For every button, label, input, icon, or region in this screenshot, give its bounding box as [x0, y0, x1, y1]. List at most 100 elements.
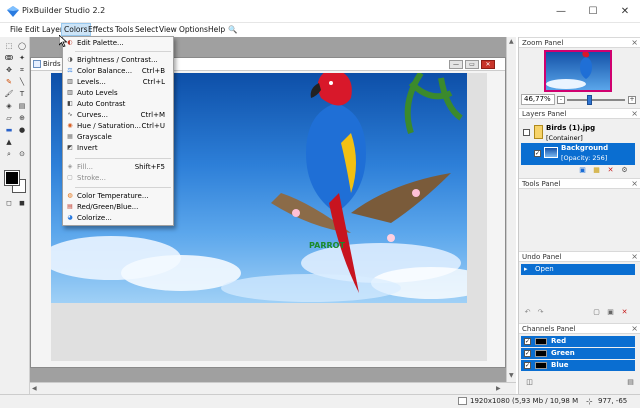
- menu-item-colorize[interactable]: ◕ Colorize...: [63, 213, 173, 223]
- channels-panel-title: Channels Panel: [522, 325, 576, 333]
- brightness-icon: ◑: [67, 56, 73, 63]
- new-group-icon[interactable]: ▦: [591, 165, 602, 175]
- undo-icon[interactable]: ↶: [522, 307, 533, 317]
- eyedropper-icon[interactable]: ⌕: [3, 149, 15, 159]
- move-icon[interactable]: ✥: [3, 65, 15, 75]
- zoom-preview[interactable]: [544, 50, 612, 92]
- menu-item-levels[interactable]: ▥ Levels... Ctrl+L: [63, 77, 173, 87]
- menu-item-color-balance[interactable]: ⚖ Color Balance... Ctrl+B: [63, 66, 173, 76]
- doc-maximize-button[interactable]: ▭: [465, 60, 479, 69]
- menu-item-grayscale[interactable]: ▦ Grayscale: [63, 132, 173, 142]
- zoom-out-button[interactable]: -: [557, 96, 565, 104]
- channel-visibility-checkbox[interactable]: ✓: [524, 350, 531, 357]
- menu-view[interactable]: View: [157, 23, 179, 36]
- menu-item-auto-levels[interactable]: ▥ Auto Levels: [63, 88, 173, 98]
- menu-effects[interactable]: Effects: [86, 23, 116, 36]
- menu-item-edit-palette[interactable]: ◐ Edit Palette...: [63, 38, 173, 48]
- menu-item-invert[interactable]: ◩ Invert: [63, 143, 173, 153]
- zoom-percent-input[interactable]: 46,77%: [521, 94, 555, 105]
- copy-state-icon[interactable]: ▣: [605, 307, 616, 317]
- fill-bucket-icon[interactable]: ◈: [3, 101, 15, 111]
- close-icon[interactable]: ×: [631, 179, 638, 188]
- cursor-coordinates: 977, -65: [598, 397, 628, 405]
- menu-item-stroke: ▢ Stroke...: [67, 174, 106, 182]
- channel-row-blue[interactable]: ✓ Blue: [521, 360, 635, 371]
- curves-icon: ∿: [67, 111, 73, 118]
- pencil-icon[interactable]: ✎: [3, 77, 15, 87]
- close-button[interactable]: ✕: [610, 0, 640, 23]
- new-layer-icon[interactable]: ▣: [577, 165, 588, 175]
- minimize-button[interactable]: —: [546, 0, 576, 23]
- channel-visibility-checkbox[interactable]: ✓: [524, 338, 531, 345]
- layer-properties-icon[interactable]: ⚙: [619, 165, 630, 175]
- doc-minimize-button[interactable]: —: [449, 60, 463, 69]
- zoom-slider-knob[interactable]: [587, 95, 592, 105]
- channel-row-green[interactable]: ✓ Green: [521, 348, 635, 359]
- menu-item-auto-contrast[interactable]: ◧ Auto Contrast: [63, 99, 173, 109]
- scroll-left-icon[interactable]: ◀: [32, 385, 37, 392]
- close-icon[interactable]: ×: [631, 324, 638, 333]
- image-dimensions: 1920x1080: [470, 397, 510, 405]
- channel-options-icon[interactable]: ▤: [625, 377, 636, 387]
- menu-item-color-temperature[interactable]: ◍ Color Temperature...: [63, 191, 173, 201]
- channel-row-red[interactable]: ✓ Red: [521, 336, 635, 347]
- quick-mask-icon[interactable]: ◻: [3, 198, 15, 208]
- magic-wand-icon[interactable]: ✦: [16, 53, 28, 63]
- undo-panel-title: Undo Panel: [522, 253, 562, 261]
- menu-item-curves[interactable]: ∿ Curves... Ctrl+M: [63, 110, 173, 120]
- menu-help[interactable]: Help: [206, 23, 227, 36]
- menu-item-brightness-contrast[interactable]: ◑ Brightness / Contrast...: [63, 55, 173, 65]
- toolbox: ⬚ ◯ ↂ ✦ ✥ ⌗ ✎ ╲ 🖌 T ◈ ▤ ▱ ⊕ ▬ ● ▲ ⌕ ⊙ ◻ …: [0, 37, 30, 407]
- vertical-scrollbar[interactable]: ▲ ▼: [506, 37, 516, 382]
- invert-icon: ◩: [67, 144, 73, 151]
- text-icon[interactable]: T: [16, 89, 28, 99]
- new-snapshot-icon[interactable]: ▢: [591, 307, 602, 317]
- layer-row-container[interactable]: Birds (1).jpg [Container]: [521, 122, 635, 144]
- sharpen-icon[interactable]: ▲: [3, 137, 15, 147]
- maximize-button[interactable]: ☐: [578, 0, 608, 23]
- tools-panel-header: Tools Panel ×: [519, 178, 640, 189]
- layer-visibility-checkbox[interactable]: ✓: [534, 150, 541, 157]
- brush-icon[interactable]: 🖌: [3, 89, 15, 99]
- close-icon[interactable]: ×: [631, 109, 638, 118]
- mask-mode-icon[interactable]: ◼: [16, 198, 28, 208]
- delete-layer-icon[interactable]: ✕: [605, 165, 616, 175]
- zoom-tool-icon[interactable]: ⊙: [16, 149, 28, 159]
- channel-visibility-checkbox[interactable]: ✓: [524, 362, 531, 369]
- layer-thumbnail: [544, 147, 558, 158]
- menu-item-hue-saturation[interactable]: ◉ Hue / Saturation... Ctrl+U: [63, 121, 173, 131]
- shape-icon[interactable]: ▬: [3, 125, 15, 135]
- menu-bar: File Edit Layer Colors Effects Tools Sel…: [0, 23, 640, 36]
- menu-options[interactable]: Options: [177, 23, 210, 36]
- close-icon[interactable]: ×: [631, 252, 638, 261]
- doc-close-button[interactable]: ✕: [481, 60, 495, 69]
- blur-icon[interactable]: ●: [16, 125, 28, 135]
- undo-panel-header: Undo Panel ×: [519, 251, 640, 262]
- close-icon[interactable]: ×: [631, 38, 638, 47]
- undo-item[interactable]: ▸ Open: [521, 264, 635, 275]
- zoom-slider[interactable]: [567, 99, 625, 101]
- eraser-icon[interactable]: ▱: [3, 113, 15, 123]
- marquee-ellipse-icon[interactable]: ◯: [16, 41, 28, 51]
- scroll-down-icon[interactable]: ▼: [509, 372, 514, 379]
- menu-edit[interactable]: Edit: [23, 23, 42, 36]
- zoom-in-button[interactable]: +: [628, 96, 636, 104]
- image-size-icon: [458, 397, 467, 405]
- clone-icon[interactable]: ⊕: [16, 113, 28, 123]
- horizontal-scrollbar[interactable]: ◀ ▶: [30, 382, 516, 394]
- menu-separator: [75, 187, 171, 188]
- gradient-icon[interactable]: ▤: [16, 101, 28, 111]
- layer-row-background[interactable]: ✓ Background [Opacity: 256]: [521, 143, 635, 165]
- redo-icon[interactable]: ↷: [535, 307, 546, 317]
- crop-icon[interactable]: ⌗: [16, 65, 28, 75]
- lasso-icon[interactable]: ↂ: [3, 53, 15, 63]
- line-icon[interactable]: ╲: [16, 77, 28, 87]
- search-icon[interactable]: 🔍: [226, 23, 239, 36]
- layer-visibility-checkbox[interactable]: [523, 129, 530, 136]
- delete-state-icon[interactable]: ✕: [619, 307, 630, 317]
- scroll-right-icon[interactable]: ▶: [496, 385, 501, 392]
- channel-mask-icon[interactable]: ◫: [524, 377, 535, 387]
- marquee-rect-icon[interactable]: ⬚: [3, 41, 15, 51]
- menu-item-red-green-blue[interactable]: ▤ Red/Green/Blue...: [63, 202, 173, 212]
- scroll-up-icon[interactable]: ▲: [509, 38, 514, 45]
